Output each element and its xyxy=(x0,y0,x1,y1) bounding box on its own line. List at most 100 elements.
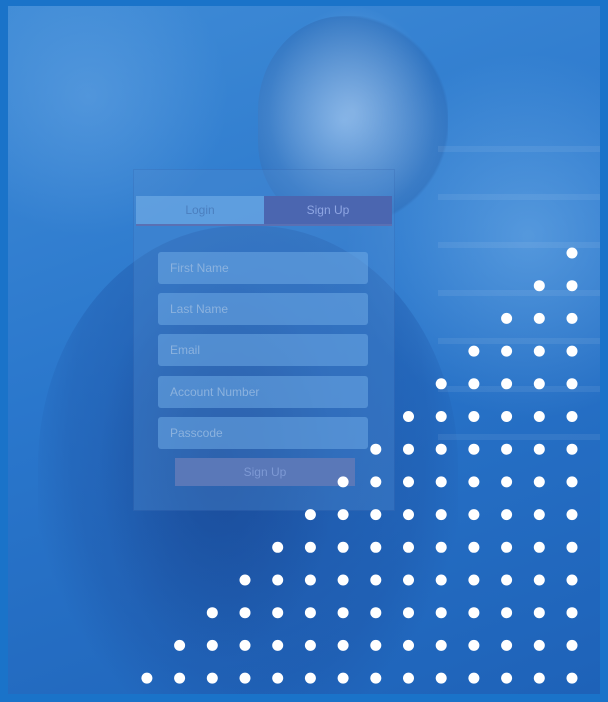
decor-dot xyxy=(435,378,447,390)
decor-dot xyxy=(566,443,578,455)
decor-dot xyxy=(566,345,578,357)
decor-dot xyxy=(468,541,480,553)
decor-dot xyxy=(501,345,513,357)
decor-dot xyxy=(370,541,382,553)
decor-dot xyxy=(533,541,545,553)
decor-dot xyxy=(403,639,414,651)
decor-dot xyxy=(272,541,284,553)
decor-dot xyxy=(337,607,349,619)
decor-dot xyxy=(566,312,578,324)
decor-dot xyxy=(174,672,186,684)
decor-dot xyxy=(403,672,414,684)
decor-dot xyxy=(272,574,284,586)
decor-dot xyxy=(566,476,578,488)
decor-dot xyxy=(501,411,513,422)
decor-dot xyxy=(468,411,480,422)
decor-dot xyxy=(501,378,513,390)
decor-dot xyxy=(304,639,316,651)
decor-dot xyxy=(141,672,153,684)
decor-dot xyxy=(566,247,578,259)
decor-dot xyxy=(435,607,447,619)
decor-dot xyxy=(370,607,382,619)
decor-dot xyxy=(206,639,218,651)
decor-dot xyxy=(403,443,414,455)
decor-dot xyxy=(337,574,349,586)
decor-dot xyxy=(403,541,414,553)
decor-dot xyxy=(370,443,382,455)
decor-dot xyxy=(206,672,218,684)
decor-dot xyxy=(239,639,251,651)
decor-dot xyxy=(403,607,414,619)
decor-dot xyxy=(337,509,349,521)
decor-dot xyxy=(435,574,447,586)
decor-dot xyxy=(501,672,513,684)
decor-dot xyxy=(566,672,578,684)
decor-dot xyxy=(272,607,284,619)
decor-dot xyxy=(566,574,578,586)
decor-dot xyxy=(239,574,251,586)
decor-dot xyxy=(533,639,545,651)
decor-dot xyxy=(435,509,447,521)
decor-dot xyxy=(566,411,578,422)
decor-dot xyxy=(566,509,578,521)
decor-dot xyxy=(533,411,545,422)
decor-dot xyxy=(304,574,316,586)
decor-dot xyxy=(566,378,578,390)
decor-dot xyxy=(435,443,447,455)
decor-dot xyxy=(239,607,251,619)
decor-dot xyxy=(370,509,382,521)
decor-dot xyxy=(501,509,513,521)
decor-dot xyxy=(206,607,218,619)
decor-dot xyxy=(337,476,349,488)
decor-dot xyxy=(304,541,316,553)
decor-dot xyxy=(272,672,284,684)
decor-dot xyxy=(533,574,545,586)
decor-dot xyxy=(533,476,545,488)
decor-dot xyxy=(468,345,480,357)
decor-dot xyxy=(272,639,284,651)
decor-dot xyxy=(566,639,578,651)
decor-dot xyxy=(304,672,316,684)
decor-dot xyxy=(468,574,480,586)
decor-dot xyxy=(533,607,545,619)
decor-dot xyxy=(501,541,513,553)
decor-dot xyxy=(174,639,186,651)
decor-dot xyxy=(501,476,513,488)
decor-dot xyxy=(435,672,447,684)
decor-dot xyxy=(370,672,382,684)
decor-dot xyxy=(501,574,513,586)
decor-dot xyxy=(501,312,513,324)
decor-dot xyxy=(435,476,447,488)
decor-dot xyxy=(403,411,414,422)
decor-dot xyxy=(403,476,414,488)
decor-dot xyxy=(468,639,480,651)
decor-dot xyxy=(468,672,480,684)
decor-dot xyxy=(533,280,545,292)
decor-dot xyxy=(468,509,480,521)
decor-dot xyxy=(566,607,578,619)
decor-dot xyxy=(501,639,513,651)
decor-dot xyxy=(239,672,251,684)
decor-dot xyxy=(533,443,545,455)
decor-dot xyxy=(468,476,480,488)
decor-dot xyxy=(435,541,447,553)
decor-dot xyxy=(337,541,349,553)
decor-dot xyxy=(403,574,414,586)
decor-dot xyxy=(370,574,382,586)
decor-dot xyxy=(370,476,382,488)
decor-dot xyxy=(533,312,545,324)
decor-dot xyxy=(403,509,414,521)
decor-dot xyxy=(468,378,480,390)
decor-dot xyxy=(468,607,480,619)
decor-dot xyxy=(533,509,545,521)
decor-dot xyxy=(566,280,578,292)
decor-dot xyxy=(533,672,545,684)
decor-dot xyxy=(501,443,513,455)
decor-dot xyxy=(435,639,447,651)
decor-dot xyxy=(304,509,316,521)
dot-pattern-decoration xyxy=(141,247,578,684)
decor-dot xyxy=(533,378,545,390)
decor-dot xyxy=(468,443,480,455)
decor-dot xyxy=(435,411,447,422)
decor-dot xyxy=(337,639,349,651)
